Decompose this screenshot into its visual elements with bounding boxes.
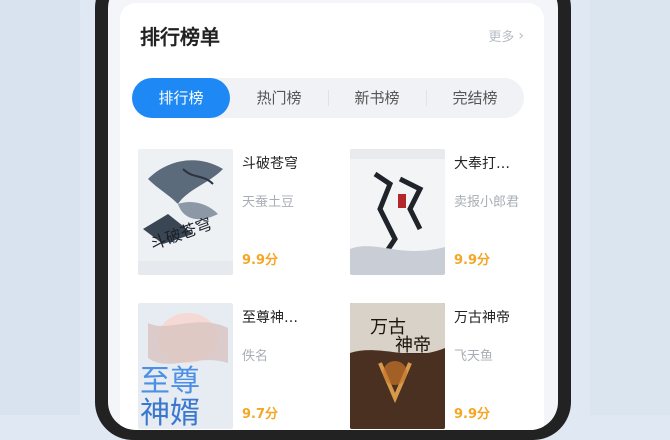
book-score: 9.9分	[454, 407, 491, 422]
book-author: 佚名	[242, 349, 269, 364]
book-author: 天蚕土豆	[242, 195, 295, 210]
book-cover	[350, 149, 445, 275]
book-author: 卖报小郎君	[454, 195, 520, 210]
book-title: 斗破苍穹	[242, 156, 298, 172]
svg-text:至尊: 至尊	[140, 364, 200, 399]
book-item[interactable]: 大奉打… 卖报小郎君 9.9分	[350, 149, 550, 279]
chevron-right-icon: ›	[518, 27, 524, 44]
more-link[interactable]: 更多 ›	[488, 26, 524, 46]
book-cover: 至尊 神婿	[138, 303, 233, 429]
book-item[interactable]: 万古 神帝 万古神帝 飞天鱼 9.9分	[350, 303, 550, 430]
phone-screen: 排行榜单 更多 › 排行榜 热门榜 新书榜 完结榜 斗破苍穹 斗破苍穹 天蚕土豆…	[108, 0, 558, 430]
book-score: 9.9分	[242, 253, 279, 268]
book-score: 9.9分	[454, 253, 491, 268]
book-cover: 万古 神帝	[350, 303, 445, 429]
tab-hot[interactable]: 热门榜	[230, 78, 328, 118]
more-label: 更多	[488, 30, 515, 45]
book-item[interactable]: 至尊 神婿 至尊神… 佚名 9.7分	[138, 303, 338, 430]
book-cover: 斗破苍穹	[138, 149, 233, 275]
svg-text:神婿: 神婿	[140, 396, 200, 429]
book-score: 9.7分	[242, 407, 279, 422]
tab-finished[interactable]: 完结榜	[426, 78, 524, 118]
book-title: 万古神帝	[454, 310, 510, 326]
ranking-card: 排行榜单 更多 › 排行榜 热门榜 新书榜 完结榜 斗破苍穹 斗破苍穹 天蚕土豆…	[120, 3, 544, 430]
book-title: 至尊神…	[242, 310, 298, 326]
background-left	[0, 0, 80, 415]
book-author: 飞天鱼	[454, 349, 494, 364]
tab-new[interactable]: 新书榜	[328, 78, 426, 118]
book-title: 大奉打…	[454, 156, 510, 172]
background-right	[590, 0, 670, 415]
svg-text:神帝: 神帝	[395, 335, 431, 356]
section-title: 排行榜单	[140, 25, 220, 49]
book-item[interactable]: 斗破苍穹 斗破苍穹 天蚕土豆 9.9分	[138, 149, 338, 279]
ranking-tabs: 排行榜 热门榜 新书榜 完结榜	[132, 78, 524, 118]
tab-ranking[interactable]: 排行榜	[132, 78, 230, 118]
